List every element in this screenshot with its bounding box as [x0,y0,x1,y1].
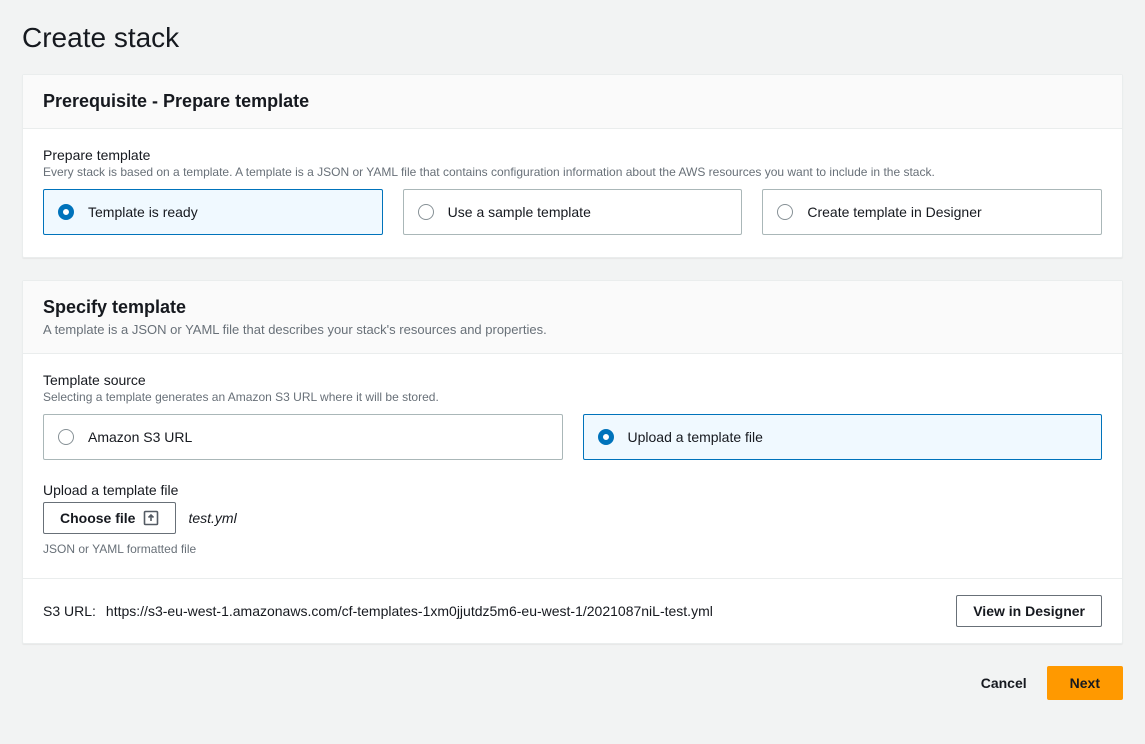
template-source-options: Amazon S3 URL Upload a template file [43,414,1102,460]
upload-help: JSON or YAML formatted file [43,542,1102,556]
panel-prerequisite: Prerequisite - Prepare template Prepare … [22,74,1123,258]
wizard-footer: Cancel Next [22,666,1123,700]
radio-icon [58,429,74,445]
panel-specify-header: Specify template A template is a JSON or… [23,281,1122,354]
uploaded-filename: test.yml [188,510,236,526]
radio-icon [598,429,614,445]
cancel-button[interactable]: Cancel [981,675,1027,691]
radio-label: Use a sample template [448,204,591,220]
upload-icon [143,510,159,526]
panel-prerequisite-body: Prepare template Every stack is based on… [23,129,1122,257]
radio-label: Amazon S3 URL [88,429,192,445]
prepare-template-label: Prepare template [43,147,1102,163]
panel-specify-subtitle: A template is a JSON or YAML file that d… [43,322,1102,337]
radio-icon [777,204,793,220]
view-in-designer-label: View in Designer [973,603,1085,619]
page-title: Create stack [22,22,1123,54]
s3-url-label: S3 URL: [43,603,96,619]
panel-prerequisite-title: Prerequisite - Prepare template [43,91,1102,112]
radio-icon [418,204,434,220]
radio-s3-url[interactable]: Amazon S3 URL [43,414,563,460]
panel-prerequisite-header: Prerequisite - Prepare template [23,75,1122,129]
radio-create-designer[interactable]: Create template in Designer [762,189,1102,235]
panel-specify-footer: S3 URL: https://s3-eu-west-1.amazonaws.c… [23,578,1122,643]
radio-template-ready[interactable]: Template is ready [43,189,383,235]
template-source-label: Template source [43,372,1102,388]
radio-upload-file[interactable]: Upload a template file [583,414,1103,460]
radio-icon [58,204,74,220]
panel-specify-title: Specify template [43,297,1102,318]
radio-label: Create template in Designer [807,204,981,220]
upload-file-label: Upload a template file [43,482,1102,498]
radio-label: Upload a template file [628,429,763,445]
prepare-template-help: Every stack is based on a template. A te… [43,165,1102,179]
view-in-designer-button[interactable]: View in Designer [956,595,1102,627]
panel-specify-template: Specify template A template is a JSON or… [22,280,1123,644]
choose-file-button[interactable]: Choose file [43,502,176,534]
radio-sample-template[interactable]: Use a sample template [403,189,743,235]
s3-url-value: https://s3-eu-west-1.amazonaws.com/cf-te… [106,603,713,619]
next-button[interactable]: Next [1047,666,1123,700]
panel-specify-body: Template source Selecting a template gen… [23,354,1122,578]
template-source-help: Selecting a template generates an Amazon… [43,390,1102,404]
radio-label: Template is ready [88,204,198,220]
prepare-template-options: Template is ready Use a sample template … [43,189,1102,235]
choose-file-label: Choose file [60,510,135,526]
s3-url-line: S3 URL: https://s3-eu-west-1.amazonaws.c… [43,603,713,619]
upload-row: Choose file test.yml [43,502,1102,534]
